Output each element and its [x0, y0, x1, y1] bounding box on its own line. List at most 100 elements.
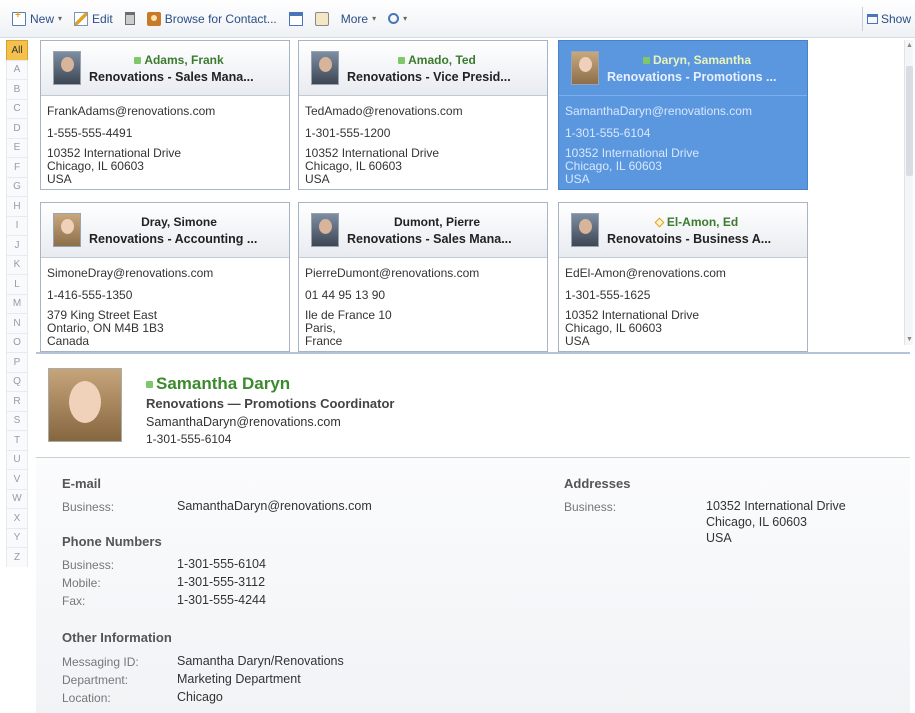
alpha-tab-t[interactable]: T [6, 430, 28, 450]
card-header: Adams, Frank Renovations - Sales Mana... [41, 41, 289, 96]
scroll-up-icon[interactable]: ▲ [906, 42, 913, 49]
cards-scrollbar[interactable]: ▲ ▼ [904, 40, 913, 345]
alpha-tab-i[interactable]: I [6, 215, 28, 235]
alpha-tab-u[interactable]: U [6, 449, 28, 469]
card-phone: 1-301-555-6104 [565, 126, 651, 140]
edit-button[interactable]: Edit [68, 11, 119, 26]
calendar-icon [288, 11, 303, 26]
card-names: Dumont, Pierre Renovations - Sales Mana..… [347, 215, 547, 246]
phone-fax-label: Fax: [62, 594, 86, 608]
alpha-tab-y[interactable]: Y [6, 527, 28, 547]
alpha-tab-all[interactable]: All [6, 40, 28, 60]
card-body: SimoneDray@renovations.com 1-416-555-1350… [41, 258, 289, 351]
contact-thumbnail [571, 213, 599, 247]
alpha-tab-o[interactable]: O [6, 332, 28, 352]
card-contact-name: Daryn, Samantha [607, 53, 807, 67]
card-header: El-Amon, Ed Renovatoins - Business A... [559, 203, 807, 258]
phone-section-title: Phone Numbers [62, 534, 162, 549]
card-company: Renovatoins - Business A... [607, 231, 772, 246]
alpha-tab-g[interactable]: G [6, 176, 28, 196]
alpha-tab-r[interactable]: R [6, 391, 28, 411]
alpha-tab-q[interactable]: Q [6, 371, 28, 391]
card-email: SimoneDray@renovations.com [47, 266, 214, 280]
delete-button[interactable] [119, 12, 141, 25]
alpha-tab-w[interactable]: W [6, 488, 28, 508]
address-business-label: Business: [564, 500, 617, 514]
card-country: USA [565, 334, 590, 348]
card-contact-name: Dray, Simone [141, 214, 217, 229]
email-value[interactable]: SamanthaDaryn@renovations.com [177, 499, 372, 514]
contact-thumbnail [311, 51, 339, 85]
contact-card[interactable]: Amado, Ted Renovations - Vice Presid... Te… [298, 40, 548, 190]
alpha-tab-f[interactable]: F [6, 157, 28, 177]
detail-email[interactable]: SamanthaDaryn@renovations.com [146, 415, 341, 429]
show-button[interactable]: Show [861, 6, 915, 31]
phone-business-label: Business: [62, 558, 115, 572]
card-country: USA [47, 172, 72, 186]
card-contact-name: Dumont, Pierre [393, 214, 480, 229]
card-body: TedAmado@renovations.com 1-301-555-1200 10… [299, 96, 547, 189]
contact-card[interactable]: El-Amon, Ed Renovatoins - Business A... Ed… [558, 202, 808, 352]
business-card-button[interactable] [309, 11, 335, 26]
alpha-tab-e[interactable]: E [6, 137, 28, 157]
card-contact-name: Amado, Ted [347, 53, 547, 67]
alpha-tab-b[interactable]: B [6, 79, 28, 99]
contact-photo [48, 368, 122, 442]
chevron-down-icon: ▾ [403, 14, 408, 23]
location-value: Chicago [177, 690, 223, 704]
alpha-tab-m[interactable]: M [6, 293, 28, 313]
browse-contact-button[interactable]: Browse for Contact... [141, 11, 283, 26]
chevron-down-icon[interactable]: ▾ [58, 14, 62, 23]
alpha-tab-z[interactable]: Z [6, 547, 28, 567]
alpha-tab-l[interactable]: L [6, 274, 28, 294]
contact-card[interactable]: Dray, Simone Renovations - Accounting ...… [40, 202, 290, 352]
card-phone: 1-555-555-4491 [47, 126, 133, 140]
department-value: Marketing Department [177, 672, 301, 686]
card-header: Dray, Simone Renovations - Accounting ... [41, 203, 289, 258]
more-label: More [340, 11, 369, 26]
business-card-icon [314, 11, 329, 26]
card-email: PierreDumont@renovations.com [305, 266, 480, 280]
card-body: SamanthaDaryn@renovations.com 1-301-555-6… [559, 96, 807, 189]
alpha-tab-a[interactable]: A [6, 59, 28, 79]
new-button[interactable]: New ▾ [6, 10, 68, 26]
phone-business-value: 1-301-555-6104 [177, 557, 266, 571]
contact-card[interactable]: Daryn, Samantha Renovations - Promotions … [558, 40, 808, 190]
detail-name[interactable]: Samantha Daryn [146, 374, 290, 394]
card-phone: 1-416-555-1350 [47, 288, 133, 302]
card-email: EdEl-Amon@renovations.com [565, 266, 726, 280]
card-company: Renovations - Vice Presid... [347, 69, 511, 84]
search-button[interactable]: ▾ [382, 13, 413, 24]
card-email: FrankAdams@renovations.com [47, 104, 216, 118]
more-button[interactable]: More ▾ [335, 12, 382, 26]
alpha-tab-d[interactable]: D [6, 118, 28, 138]
alpha-tab-x[interactable]: X [6, 508, 28, 528]
alpha-tab-c[interactable]: C [6, 98, 28, 118]
alpha-tab-h[interactable]: H [6, 196, 28, 216]
scroll-down-icon[interactable]: ▼ [906, 336, 913, 343]
address-line2: Chicago, IL 60603 [706, 515, 808, 529]
phone-mobile-value: 1-301-555-3112 [177, 575, 266, 589]
alpha-tab-s[interactable]: S [6, 410, 28, 430]
contact-cards: Adams, Frank Renovations - Sales Mana... F… [40, 40, 910, 352]
contact-card[interactable]: Dumont, Pierre Renovations - Sales Mana..… [298, 202, 548, 352]
location-label: Location: [62, 691, 111, 705]
card-email: SamanthaDaryn@renovations.com [565, 104, 752, 118]
scrollbar-thumb[interactable] [906, 66, 913, 176]
card-email: TedAmado@renovations.com [305, 104, 463, 118]
detail-title: Renovations — Promotions Coordinator [146, 396, 395, 411]
alpha-tab-n[interactable]: N [6, 313, 28, 333]
card-names: Daryn, Samantha Renovations - Promotions … [607, 53, 807, 84]
card-country: USA [565, 172, 590, 186]
card-names: Adams, Frank Renovations - Sales Mana... [89, 53, 289, 84]
alpha-tab-p[interactable]: P [6, 352, 28, 372]
alpha-tab-v[interactable]: V [6, 469, 28, 489]
alpha-tab-j[interactable]: J [6, 235, 28, 255]
contact-card[interactable]: Adams, Frank Renovations - Sales Mana... F… [40, 40, 290, 190]
alpha-tab-k[interactable]: K [6, 254, 28, 274]
presence-icon [146, 381, 153, 389]
presence-online-icon [642, 56, 650, 64]
card-names: El-Amon, Ed Renovatoins - Business A... [607, 215, 807, 246]
calendar-button[interactable] [283, 11, 309, 26]
card-company: Renovations - Promotions ... [607, 69, 777, 84]
